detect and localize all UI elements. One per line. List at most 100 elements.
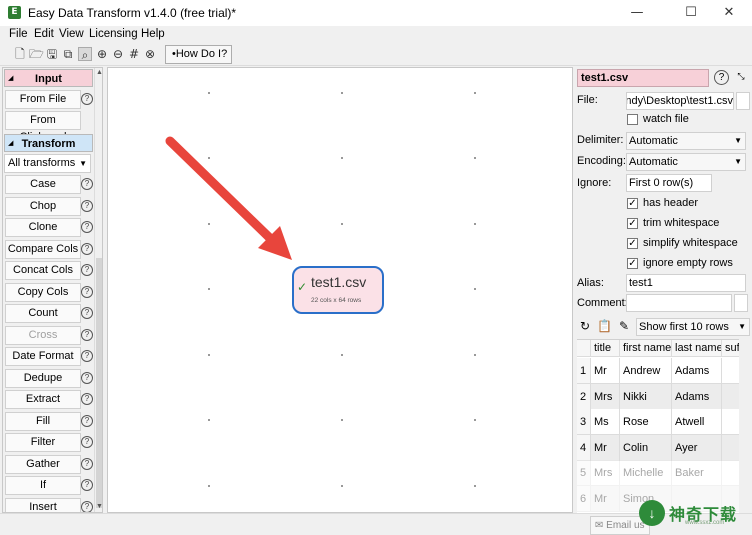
minimize-button[interactable]: — — [614, 0, 660, 26]
column-header[interactable]: last name — [672, 340, 722, 357]
help-icon[interactable]: ? — [81, 414, 93, 427]
table-cell[interactable]: Andrew — [620, 358, 672, 384]
table-row[interactable]: 4 Mr Colin Ayer — [577, 434, 739, 461]
transform-copy-cols-button[interactable]: Copy Cols — [5, 282, 81, 302]
zoom-out-icon[interactable]: ⊖ — [111, 47, 125, 61]
scroll-down-icon[interactable]: ▼ — [95, 502, 102, 511]
help-icon[interactable]: ? — [81, 500, 93, 512]
scroll-up-icon[interactable]: ▲ — [95, 68, 102, 77]
encoding-select[interactable]: Automatic ▼ — [626, 153, 746, 171]
help-icon[interactable]: ? — [81, 264, 93, 276]
close-button[interactable]: ✕ — [706, 0, 752, 26]
transform-section-header[interactable]: ◢ Transform — [4, 134, 93, 152]
table-cell[interactable]: Ayer — [672, 434, 722, 461]
save-icon[interactable]: 🖫 — [45, 47, 59, 61]
help-icon[interactable]: ? — [81, 457, 93, 470]
transform-chop-button[interactable]: Chop — [5, 196, 81, 216]
column-header[interactable]: first name — [620, 340, 672, 357]
file-path-field[interactable]: andy\Desktop\test1.csv — [626, 92, 734, 110]
transform-compare-cols-button[interactable]: Compare Cols — [5, 239, 81, 259]
table-cell[interactable]: Nikki — [620, 383, 672, 410]
transform-date-format-button[interactable]: Date Format — [5, 347, 81, 366]
transform-gather-button[interactable]: Gather — [5, 454, 81, 474]
table-cell[interactable] — [722, 409, 739, 435]
help-icon[interactable]: ? — [81, 371, 93, 384]
preview-table[interactable]: titlefirst namelast namesuff 1MrAndrewAd… — [577, 339, 739, 513]
show-rows-select[interactable]: Show first 10 rows ▼ — [636, 318, 750, 336]
transform-count-button[interactable]: Count — [5, 304, 81, 323]
transform-extract-button[interactable]: Extract — [5, 390, 81, 409]
scrollbar-thumb[interactable] — [96, 258, 102, 508]
transform-dedupe-button[interactable]: Dedupe — [5, 368, 81, 388]
table-cell[interactable] — [722, 435, 739, 461]
menu-view[interactable]: View — [59, 28, 84, 40]
grid-icon[interactable]: # — [127, 47, 141, 61]
open-folder-icon[interactable]: 🗁 — [29, 47, 44, 61]
how-do-i-button[interactable]: •How Do I? — [165, 45, 232, 64]
menu-licensing[interactable]: Licensing — [89, 28, 138, 40]
help-icon[interactable]: ? — [81, 328, 93, 341]
help-icon[interactable]: ? — [81, 350, 93, 362]
table-row[interactable]: 5 Mrs Michelle Baker — [577, 460, 739, 486]
watch-file-checkbox[interactable] — [627, 114, 638, 125]
option-simplify-whitespace-checkbox[interactable]: ✓ — [627, 238, 638, 249]
table-cell[interactable]: Michelle — [620, 460, 672, 486]
table-scrollbar[interactable] — [740, 339, 750, 513]
table-cell[interactable]: Atwell — [672, 409, 722, 435]
option-trim-whitespace-checkbox[interactable]: ✓ — [627, 218, 638, 229]
input-from-clipboard-button[interactable]: From Clipboard — [5, 111, 81, 143]
transform-concat-cols-button[interactable]: Concat Cols — [5, 261, 81, 280]
transform-cross-button[interactable]: Cross — [5, 325, 81, 345]
column-header[interactable] — [577, 340, 591, 357]
transform-insert-button[interactable]: Insert — [5, 497, 81, 512]
alias-field[interactable]: test1 — [626, 274, 746, 292]
refresh-icon[interactable]: ↻ — [578, 319, 592, 333]
zoom-in-icon[interactable]: ⊕ — [95, 47, 109, 61]
column-header[interactable]: title — [591, 340, 620, 357]
transform-clone-button[interactable]: Clone — [5, 218, 81, 237]
table-cell[interactable] — [722, 358, 739, 384]
help-icon[interactable]: ? — [714, 70, 729, 85]
table-cell[interactable]: Mrs — [591, 383, 620, 410]
menu-edit[interactable]: Edit — [34, 28, 54, 40]
help-icon[interactable]: ? — [81, 242, 93, 255]
help-icon[interactable]: ? — [81, 199, 93, 212]
table-row[interactable]: 1 Mr Andrew Adams — [577, 358, 739, 384]
table-cell[interactable]: Adams — [672, 383, 722, 410]
ignore-rows-spinbox[interactable]: First 0 row(s) — [626, 174, 712, 192]
table-cell[interactable]: Ms — [591, 409, 620, 435]
table-cell[interactable]: Colin — [620, 434, 672, 461]
input-from-file-button[interactable]: From File — [5, 90, 81, 109]
comment-expand-button[interactable] — [734, 294, 748, 312]
option-ignore-empty-rows-checkbox[interactable]: ✓ — [627, 258, 638, 269]
help-icon[interactable]: ? — [81, 178, 93, 190]
table-cell[interactable]: Rose — [620, 409, 672, 435]
input-section-header[interactable]: ◢ Input — [4, 69, 93, 87]
copy-icon[interactable]: ⧉ — [61, 47, 75, 61]
help-icon[interactable]: ? — [81, 307, 93, 319]
delimiter-select[interactable]: Automatic ▼ — [626, 132, 746, 150]
column-header[interactable]: suff — [722, 340, 739, 357]
transform-fill-button[interactable]: Fill — [5, 411, 81, 431]
workflow-canvas[interactable]: ✓ test1.csv 22 cols x 64 rows — [107, 67, 573, 513]
table-row[interactable]: 2 Mrs Nikki Adams — [577, 383, 739, 410]
table-cell[interactable]: Mrs — [591, 460, 620, 486]
help-icon[interactable]: ? — [81, 93, 93, 105]
transform-filter-dropdown[interactable]: All transforms ▼ — [4, 154, 91, 173]
comment-field[interactable] — [626, 294, 732, 312]
help-icon[interactable]: ? — [81, 285, 93, 298]
expand-icon[interactable]: ⤡ — [734, 69, 748, 85]
table-cell[interactable]: Mr — [591, 485, 620, 512]
close-circle-icon[interactable]: ⊗ — [143, 47, 157, 61]
node-title-field[interactable]: test1.csv — [577, 69, 709, 87]
table-cell[interactable]: Baker — [672, 460, 722, 486]
table-cell[interactable] — [722, 460, 739, 486]
table-cell[interactable]: Mr — [591, 434, 620, 461]
help-icon[interactable]: ? — [81, 393, 93, 405]
help-icon[interactable]: ? — [81, 479, 93, 491]
table-cell[interactable]: Adams — [672, 358, 722, 384]
table-row[interactable]: 3 Ms Rose Atwell — [577, 409, 739, 435]
input-node[interactable]: ✓ test1.csv 22 cols x 64 rows — [292, 266, 384, 314]
table-cell[interactable]: Mr — [591, 358, 620, 384]
menu-help[interactable]: Help — [141, 28, 165, 40]
